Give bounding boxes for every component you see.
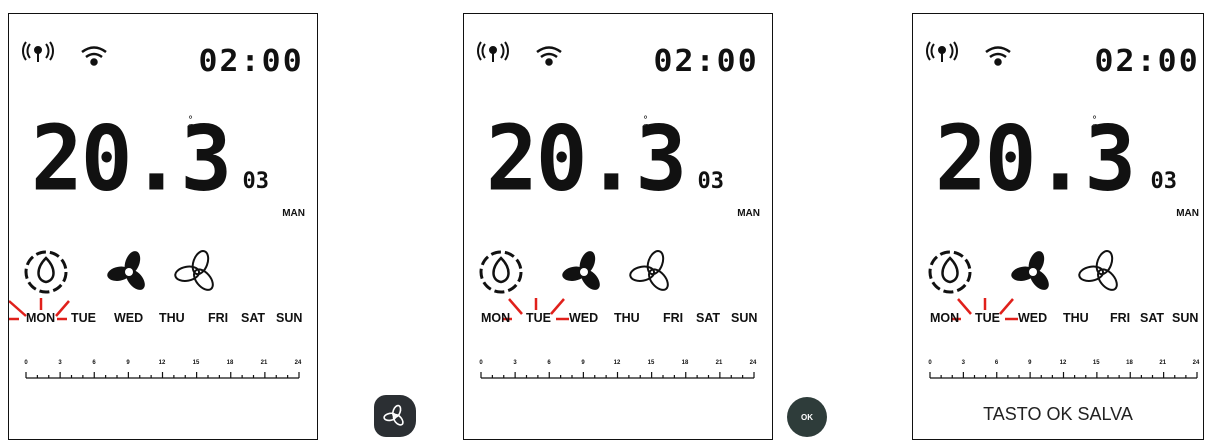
day-sat: SAT <box>241 311 266 325</box>
tick-label: 0 <box>928 360 932 366</box>
antenna-icon <box>926 41 958 62</box>
timeline-axis <box>480 372 755 379</box>
fan-outline-icon <box>174 250 214 291</box>
day-thu: THU <box>614 311 640 325</box>
tick-label: 24 <box>294 360 302 366</box>
tick-label: 6 <box>547 360 551 366</box>
lcd-panel-3: 02:00 20.3 ° C 03 MAN MON TUE WED THU FRI… <box>912 13 1204 440</box>
mode-label: MAN <box>282 208 305 219</box>
mode-label: MAN <box>1176 208 1199 219</box>
tick-label: 6 <box>994 360 999 366</box>
mode-label: MAN <box>737 208 760 219</box>
program-number: 03 <box>697 169 725 194</box>
wifi-icon <box>536 46 562 66</box>
fan-icon <box>383 404 404 426</box>
flame-icon <box>479 250 523 294</box>
lcd-panel-1: 02:00 20.3 ° C 03 MAN MON TUE WED THU FRI… <box>8 13 318 440</box>
panel-caption: TASTO OK SALVA <box>983 404 1133 424</box>
temperature-unit: ° C <box>642 115 649 134</box>
clock-display: 02:00 <box>198 44 304 79</box>
flame-icon <box>928 250 972 294</box>
ok-button[interactable]: OK <box>787 397 827 437</box>
tick-label: 18 <box>226 360 234 366</box>
clock-display: 02:00 <box>1094 44 1200 79</box>
tick-label: 9 <box>581 360 585 366</box>
temperature-unit: ° C <box>1091 115 1098 134</box>
tick-label: 15 <box>192 360 200 366</box>
day-tue: TUE <box>975 311 1000 325</box>
day-mon: MON <box>481 311 511 325</box>
tick-label: 24 <box>749 360 757 366</box>
tick-label: 6 <box>92 360 96 366</box>
day-thu: THU <box>1063 311 1089 325</box>
temperature-unit: ° C <box>187 115 194 134</box>
clock-display: 02:00 <box>653 44 759 79</box>
timeline-axis <box>25 372 300 379</box>
fan-filled-icon <box>562 251 600 290</box>
program-number: 03 <box>242 169 270 194</box>
tick-label: 21 <box>1159 360 1167 366</box>
antenna-icon <box>22 41 54 62</box>
day-tue: TUE <box>526 311 551 325</box>
day-fri: FRI <box>208 311 229 325</box>
day-fri: FRI <box>663 311 684 325</box>
tick-label: 18 <box>681 360 689 366</box>
fan-filled-icon <box>1011 251 1049 290</box>
day-wed: WED <box>114 311 144 325</box>
tick-label: 24 <box>1192 360 1200 366</box>
temperature-display: 20.3 <box>486 106 687 212</box>
tick-label: 12 <box>158 360 166 366</box>
fan-outline-icon <box>629 250 669 291</box>
day-thu: THU <box>159 311 185 325</box>
day-sun: SUN <box>731 311 758 325</box>
tick-label: 15 <box>647 360 655 366</box>
program-number: 03 <box>1150 169 1178 194</box>
tick-label: 3 <box>58 360 62 366</box>
day-wed: WED <box>1018 311 1048 325</box>
day-sat: SAT <box>1140 311 1165 325</box>
tick-label: 15 <box>1092 360 1100 366</box>
tick-label: 0 <box>24 360 28 366</box>
day-sun: SUN <box>276 311 303 325</box>
day-mon: MON <box>930 311 960 325</box>
tick-label: 12 <box>613 360 621 366</box>
day-fri: FRI <box>1110 311 1131 325</box>
timeline-axis <box>929 372 1198 379</box>
tick-label: 9 <box>126 360 130 366</box>
day-sat: SAT <box>696 311 721 325</box>
temperature-display: 20.3 <box>935 106 1136 212</box>
tick-label: 21 <box>260 360 268 366</box>
tick-label: 12 <box>1059 360 1067 366</box>
day-wed: WED <box>569 311 599 325</box>
tick-label: 3 <box>513 360 517 366</box>
antenna-icon <box>477 41 509 62</box>
lcd-panel-2: 02:00 20.3 ° C 03 MAN MON TUE WED THU FRI… <box>463 13 773 440</box>
fan-button[interactable] <box>374 395 416 437</box>
tick-label: 21 <box>715 360 723 366</box>
fan-outline-icon <box>1078 250 1118 291</box>
tick-label: 0 <box>479 360 483 366</box>
flame-icon <box>24 250 68 294</box>
day-tue: TUE <box>71 311 96 325</box>
temperature-display: 20.3 <box>31 106 232 212</box>
tick-label: 3 <box>961 360 965 366</box>
wifi-icon <box>81 46 107 66</box>
ok-button-label: OK <box>801 412 813 422</box>
fan-filled-icon <box>107 251 145 290</box>
tick-label: 9 <box>1028 360 1032 366</box>
tick-label: 18 <box>1126 360 1133 366</box>
day-sun: SUN <box>1172 311 1199 325</box>
day-mon: MON <box>26 311 56 325</box>
wifi-icon <box>985 46 1011 66</box>
